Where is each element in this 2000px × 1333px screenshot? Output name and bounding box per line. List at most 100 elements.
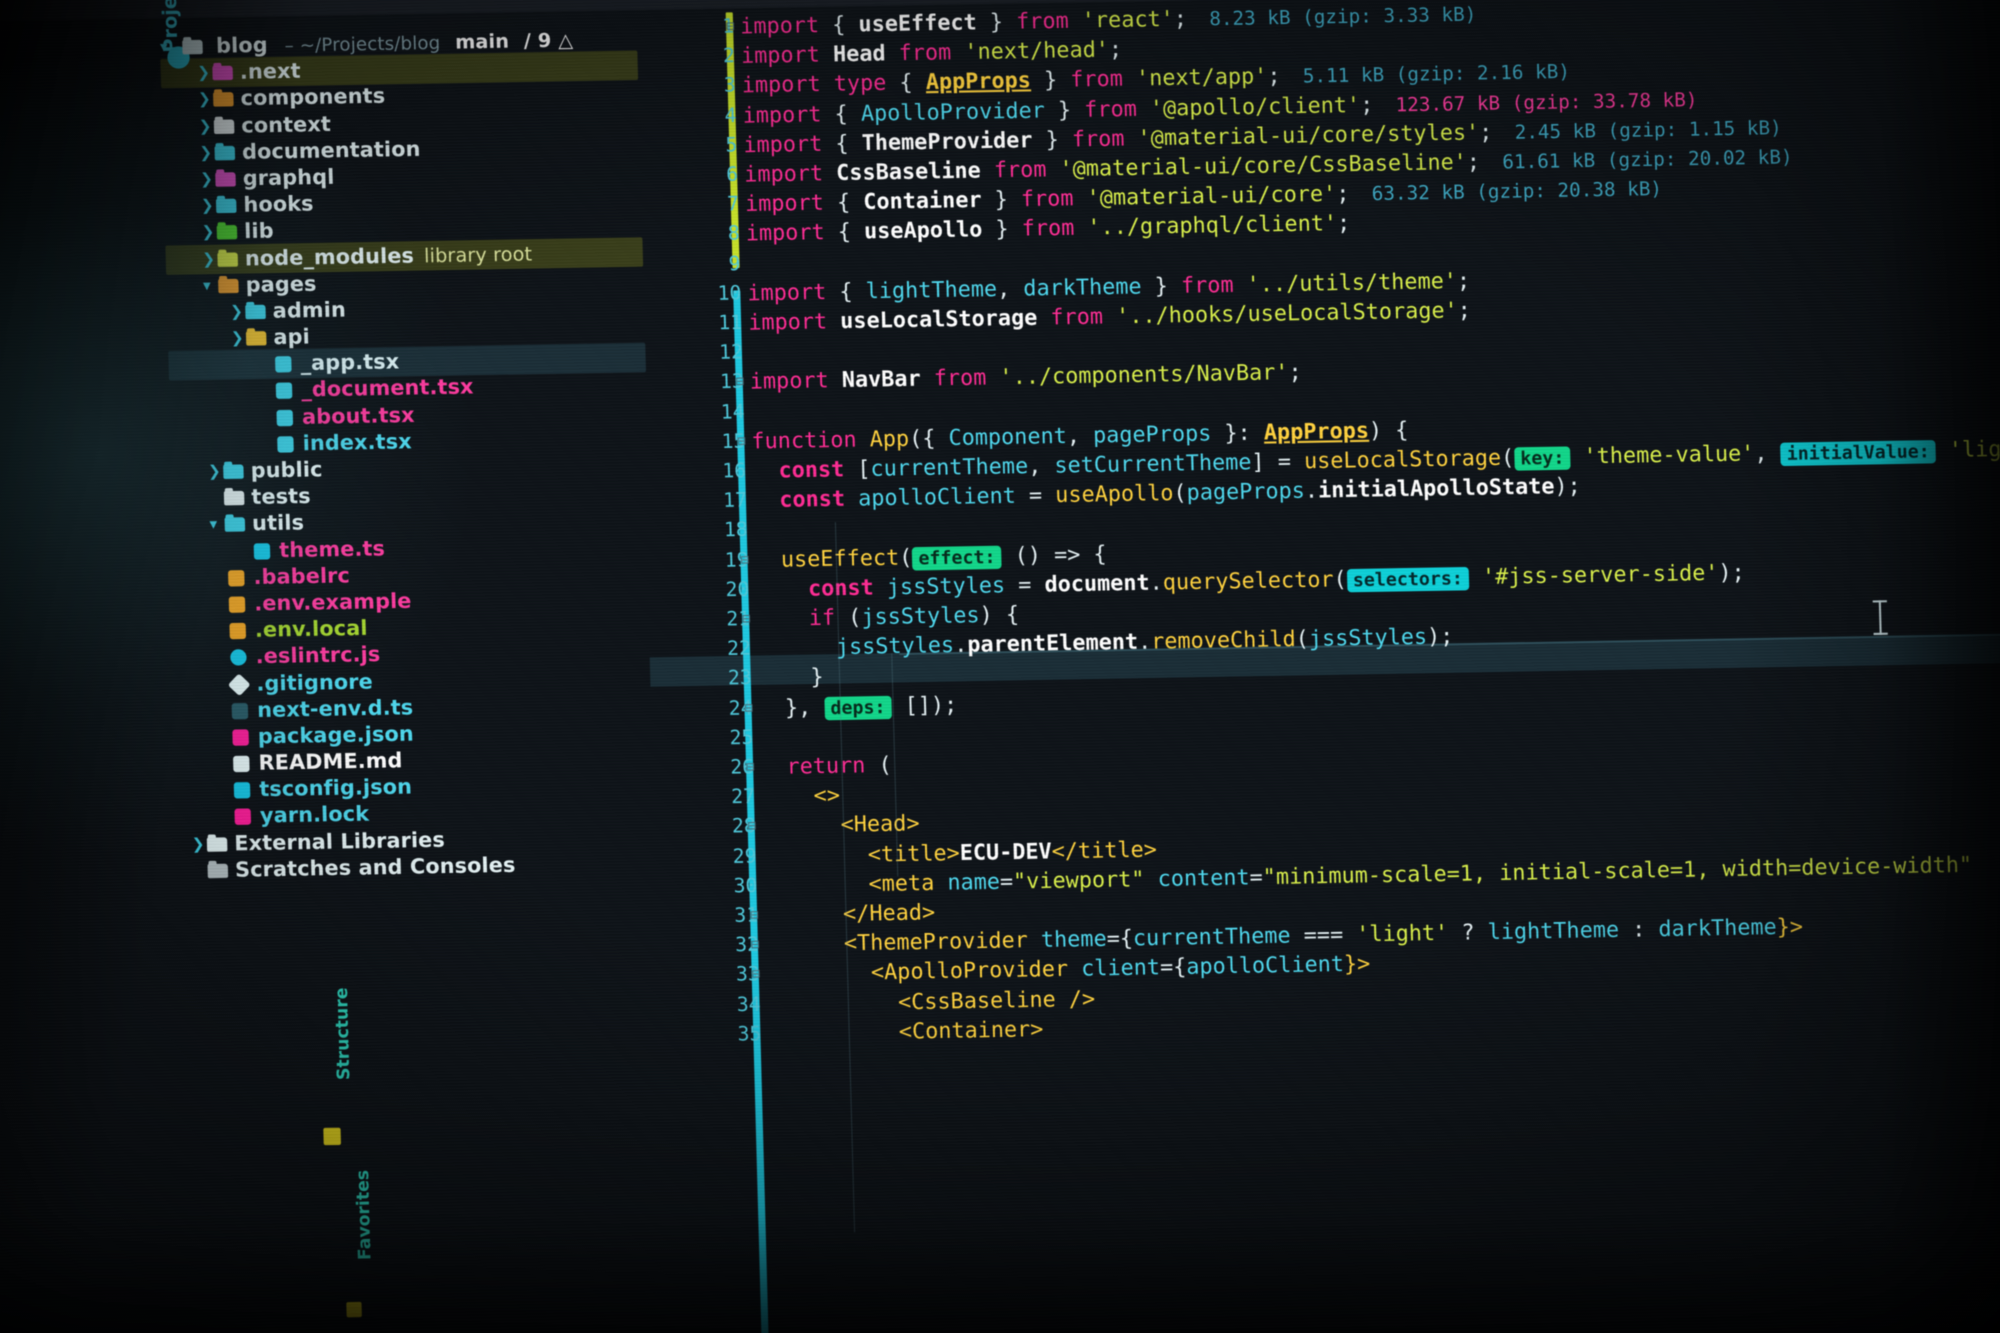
code-token: jssStyles [1308, 624, 1428, 653]
code-folding-marker[interactable]: ⊟ [751, 966, 760, 982]
tree-item-label: graphql [242, 164, 335, 191]
code-folding-marker[interactable]: ⊟ [740, 552, 749, 568]
code-token: name [947, 869, 1001, 896]
bookmark-icon[interactable] [346, 1301, 362, 1318]
chevron-down-icon[interactable]: ▾ [209, 515, 225, 533]
code-line[interactable]: import { useApollo } from '../graphql/cl… [746, 211, 1351, 247]
code-token: ; [1456, 268, 1471, 294]
line-number: 24 [728, 695, 753, 720]
code-line[interactable]: }, deps: []); [758, 692, 958, 721]
line-number: 14 [720, 399, 745, 424]
code-folding-marker[interactable]: ⊟ [735, 374, 744, 390]
line-number: 30 [733, 873, 758, 898]
code-folding-marker[interactable]: ⊟ [744, 700, 753, 716]
code-line[interactable]: <title>ECU-DEV</title> [762, 837, 1157, 869]
code-token: } [1141, 273, 1182, 300]
tree-item-label: components [240, 83, 386, 111]
code-token: '../utils/theme' [1246, 268, 1458, 298]
code-folding-marker[interactable]: ⊟ [726, 18, 735, 34]
chevron-right-icon[interactable]: ❯ [230, 302, 246, 320]
chevron-down-icon[interactable]: ▾ [160, 37, 176, 55]
tree-item-label: tests [251, 483, 311, 510]
code-folding-marker[interactable]: ⊟ [747, 818, 756, 834]
line-number: 23 [727, 666, 753, 690]
code-token: { [886, 70, 927, 97]
code-folding-marker[interactable]: ⊟ [751, 937, 760, 953]
code-line[interactable]: <Container> [767, 1017, 1044, 1047]
code-folding-marker[interactable]: ⊟ [737, 433, 746, 449]
json-file-icon [232, 782, 254, 799]
folder-icon [223, 463, 245, 480]
line-number: 32 [734, 932, 760, 957]
code-line[interactable]: } [758, 665, 824, 692]
code-token: '../hooks/useLocalStorage' [1115, 298, 1459, 330]
code-token: ThemeProvider [861, 127, 1033, 157]
code-token: apolloClient [857, 483, 1017, 512]
code-line[interactable]: return ( [760, 753, 892, 781]
code-token: ) { [979, 602, 1020, 629]
bookmark-icon[interactable] [323, 1127, 341, 1146]
chevron-right-icon[interactable]: ❯ [199, 143, 215, 161]
code-line[interactable]: <CssBaseline /> [766, 986, 1096, 1017]
code-token: ; [1466, 149, 1481, 176]
code-line[interactable]: import { useEffect } from 'react'; 8.23 k… [740, 1, 1477, 39]
code-line[interactable]: <ApolloProvider client={apolloClient}> [766, 952, 1371, 988]
chevron-right-icon[interactable]: ❯ [198, 116, 214, 134]
code-folding-marker[interactable]: ⊟ [746, 759, 755, 775]
chevron-right-icon[interactable]: ❯ [208, 462, 224, 480]
code-token: ( [1333, 566, 1348, 593]
chevron-right-icon[interactable]: ❯ [191, 834, 207, 852]
code-token: parentElement [966, 629, 1139, 659]
code-token: { [825, 278, 867, 305]
code-token: theme [1040, 926, 1108, 954]
code-token: } [1044, 97, 1085, 124]
code-line[interactable]: import NavBar from '../components/NavBar… [750, 360, 1303, 395]
tree-item-label: documentation [241, 136, 421, 164]
chevron-right-icon[interactable]: ❯ [202, 249, 218, 267]
line-number: 25 [729, 725, 754, 750]
git-branch-label[interactable]: main [455, 30, 509, 53]
code-token: useLocalStorage [1303, 445, 1502, 475]
eslint-file-icon [228, 649, 250, 666]
chevron-right-icon[interactable]: ❯ [200, 169, 216, 188]
chevron-right-icon[interactable]: ❯ [201, 223, 217, 241]
line-number: 3 [723, 73, 737, 98]
code-folding-marker[interactable]: ⊟ [750, 907, 759, 923]
scratches-icon [207, 862, 229, 879]
code-token: import [739, 12, 820, 40]
code-token: ); [1426, 624, 1454, 651]
code-token: from [898, 40, 952, 67]
code-token: } [757, 664, 824, 692]
code-line[interactable]: if (jssStyles) { [756, 602, 1019, 632]
tool-window-tab-favorites[interactable]: Favorites [353, 1170, 376, 1260]
chevron-right-icon[interactable]: ❯ [231, 328, 247, 346]
code-token: ={ [1106, 926, 1134, 953]
chevron-right-icon[interactable]: ❯ [197, 63, 213, 81]
code-folding-marker[interactable]: ⊟ [742, 611, 751, 627]
tool-window-tab-structure[interactable]: Structure [332, 987, 355, 1080]
code-token: ={ [1159, 954, 1187, 981]
code-token: if [755, 605, 836, 633]
code-line[interactable]: </Head> [764, 900, 936, 928]
code-token: 'next/head' [964, 37, 1110, 66]
code-token: <> [760, 783, 841, 810]
bundle-size-inlay-hint: 123.67 kB (gzip: 33.78 kB) [1395, 88, 1698, 117]
code-line[interactable]: import Head from 'next/head'; [741, 37, 1123, 69]
folder-icon [215, 171, 237, 188]
code-line[interactable]: <> [760, 783, 841, 810]
chevron-right-icon[interactable]: ❯ [201, 196, 217, 214]
library-root-badge: library root [423, 242, 533, 267]
code-token: ; [1336, 211, 1351, 237]
code-token: import [741, 72, 822, 99]
code-line[interactable]: useEffect(effect: () => { [754, 541, 1107, 573]
folder-icon [217, 224, 239, 241]
chevron-right-icon[interactable]: ❯ [198, 90, 214, 108]
chevron-down-icon[interactable]: ▾ [203, 276, 219, 294]
code-token: client [1080, 955, 1161, 983]
project-tree[interactable]: ▾ blog – ~/Projects/blog main / 9 △ ❯ .ne… [160, 26, 660, 884]
